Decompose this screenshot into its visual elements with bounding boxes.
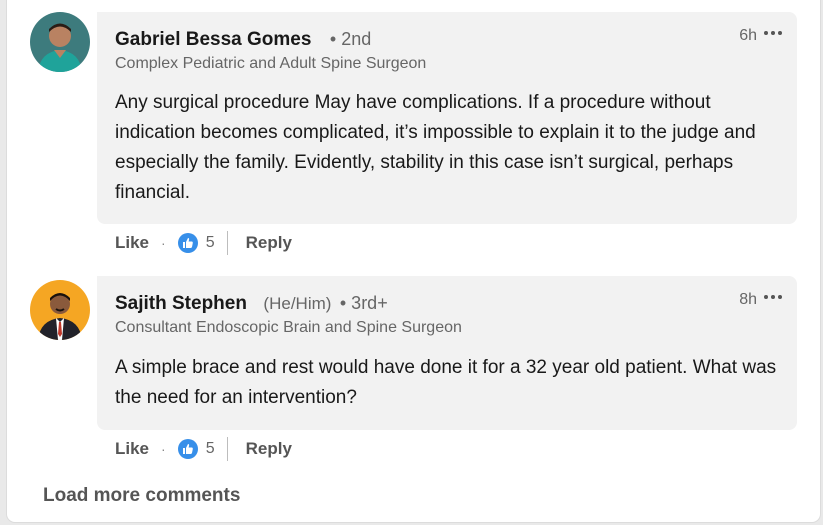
thumbs-up-icon (177, 439, 198, 459)
comments-panel: Gabriel Bessa Gomes • 2nd Complex Pediat… (7, 0, 820, 522)
reply-button[interactable]: Reply (246, 439, 292, 459)
connection-degree: • 2nd (329, 29, 372, 49)
divider (226, 231, 228, 255)
comment-actions: Like · 5 Reply (115, 437, 292, 461)
avatar[interactable] (30, 12, 90, 72)
reactions-summary[interactable]: 5 (177, 439, 215, 459)
timestamp: 6h (739, 27, 757, 44)
reactions-summary[interactable]: 5 (177, 233, 215, 253)
comment-item: Sajith Stephen (He/Him) • 3rd+ Consultan… (30, 276, 820, 476)
thumbs-up-icon (177, 233, 198, 253)
more-options-icon[interactable] (761, 23, 785, 43)
separator-dot: · (161, 235, 166, 251)
load-more-comments-button[interactable]: Load more comments (43, 485, 240, 507)
more-options-icon[interactable] (761, 287, 785, 307)
comment-actions: Like · 5 Reply (115, 231, 292, 255)
timestamp: 8h (739, 291, 757, 308)
connection-degree: • 3rd+ (339, 293, 388, 313)
author-headline: Complex Pediatric and Adult Spine Surgeo… (115, 55, 427, 72)
divider (226, 437, 228, 461)
author-headline: Consultant Endoscopic Brain and Spine Su… (115, 319, 462, 336)
like-button[interactable]: Like (115, 233, 149, 253)
avatar[interactable] (30, 280, 90, 340)
separator-dot: · (161, 441, 166, 457)
comment-item: Gabriel Bessa Gomes • 2nd Complex Pediat… (30, 12, 820, 262)
author-name[interactable]: Sajith Stephen (115, 293, 247, 314)
reaction-count: 5 (205, 234, 215, 251)
comment-bubble: Sajith Stephen (He/Him) • 3rd+ Consultan… (97, 276, 797, 430)
comment-text: A simple brace and rest would have done … (115, 357, 777, 408)
comment-text: Any surgical procedure May have complica… (115, 92, 756, 203)
reaction-count: 5 (205, 440, 215, 457)
comment-bubble: Gabriel Bessa Gomes • 2nd Complex Pediat… (97, 12, 797, 224)
author-name[interactable]: Gabriel Bessa Gomes (115, 29, 311, 50)
like-button[interactable]: Like (115, 439, 149, 459)
author-pronouns: (He/Him) (263, 294, 332, 313)
reply-button[interactable]: Reply (246, 233, 292, 253)
